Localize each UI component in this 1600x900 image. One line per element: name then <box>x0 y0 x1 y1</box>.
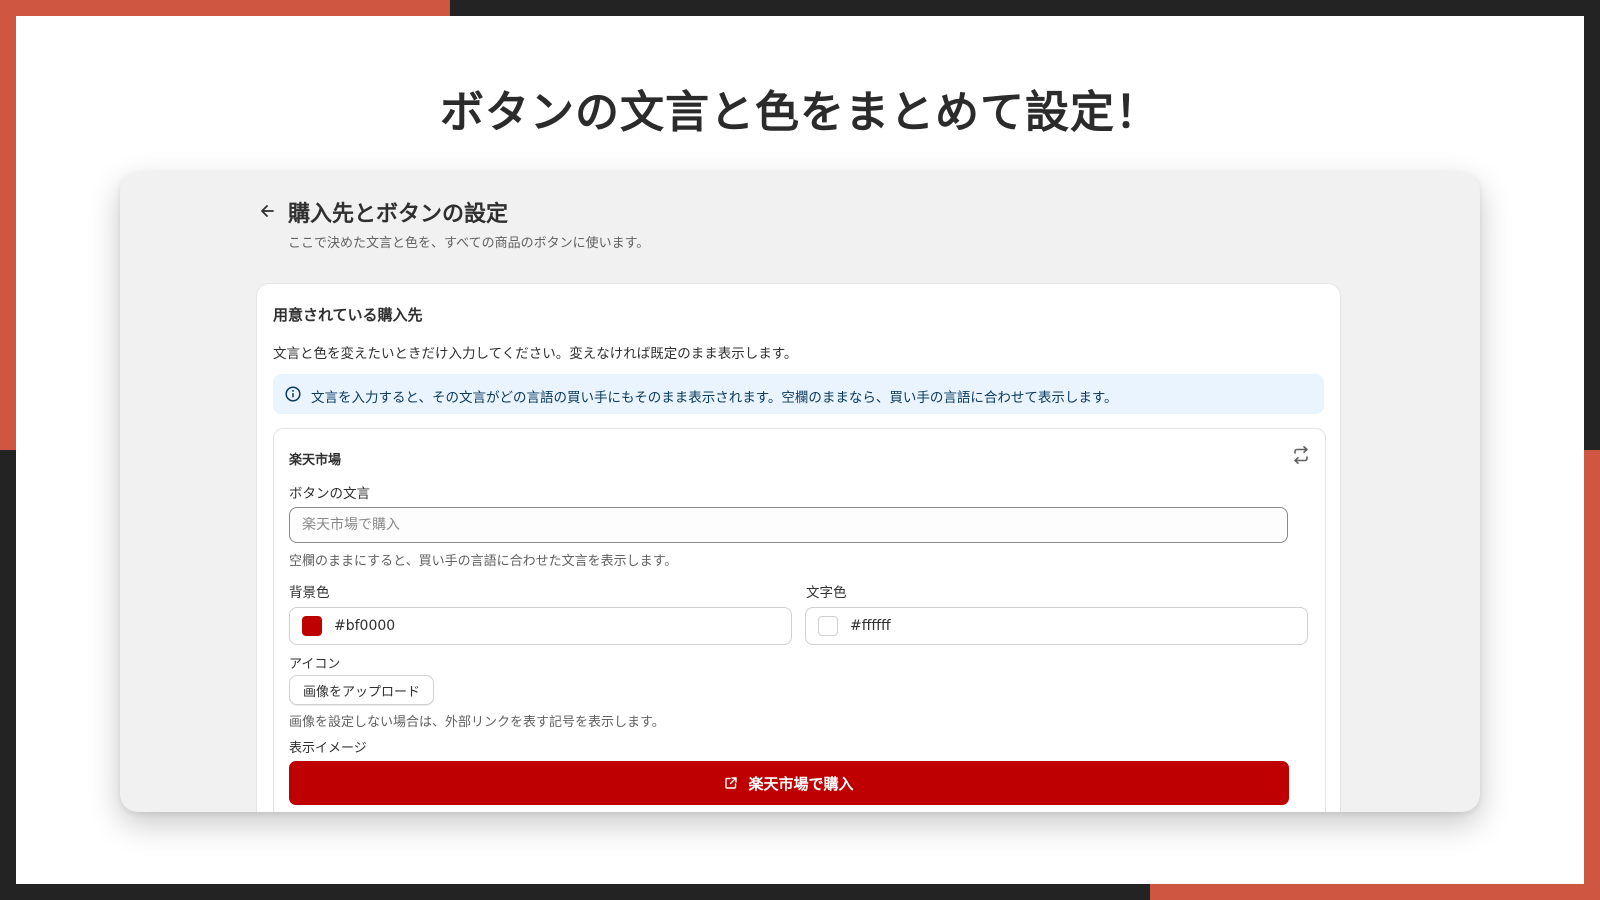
slide-title: ボタンの文言と色をまとめて設定！ <box>440 87 1160 138</box>
card-description: 文言と色を変えたいときだけ入力してください。変えなければ既定のまま表示します。 <box>273 346 798 362</box>
slide: ボタンの文言と色をまとめて設定！ 購入先とボタンの設定 ここで決めた文言と色を、… <box>16 16 1584 884</box>
preview-buy-button[interactable]: 楽天市場で購入 <box>289 761 1289 805</box>
page-subtitle: ここで決めた文言と色を、すべての商品のボタンに使います。 <box>288 236 650 251</box>
info-icon <box>285 386 301 402</box>
store-name: 楽天市場 <box>289 453 342 468</box>
reset-icon[interactable] <box>1291 445 1311 465</box>
store-card-rakuten: 楽天市場 ボタンの文言 空欄のままにすると、買い手の言語に合わせた文言を表示しま… <box>273 428 1326 812</box>
app-window: 購入先とボタンの設定 ここで決めた文言と色を、すべての商品のボタンに使います。 … <box>120 172 1480 812</box>
button-text-input[interactable] <box>289 507 1288 543</box>
bg-color-swatch[interactable] <box>302 616 322 636</box>
icon-help: 画像を設定しない場合は、外部リンクを表す記号を表示します。 <box>289 715 665 730</box>
text-color-value: #ffffff <box>850 618 891 634</box>
button-text-label: ボタンの文言 <box>289 486 370 502</box>
bg-color-value: #bf0000 <box>334 618 396 634</box>
info-banner: 文言を入力すると、その文言がどの言語の買い手にもそのまま表示されます。空欄のまま… <box>273 374 1324 414</box>
preview-label: 表示イメージ <box>289 741 367 756</box>
icon-label: アイコン <box>289 657 341 672</box>
external-link-icon <box>725 777 738 789</box>
back-arrow-icon[interactable] <box>258 202 276 220</box>
page-title: 購入先とボタンの設定 <box>288 202 509 227</box>
upload-image-button[interactable]: 画像をアップロード <box>289 675 435 705</box>
text-color-field[interactable]: #ffffff <box>805 607 1308 645</box>
info-banner-text: 文言を入力すると、その文言がどの言語の買い手にもそのまま表示されます。空欄のまま… <box>311 390 1118 406</box>
button-text-help: 空欄のままにすると、買い手の言語に合わせた文言を表示します。 <box>289 554 678 569</box>
bg-color-label: 背景色 <box>289 585 330 601</box>
text-color-swatch[interactable] <box>818 616 838 636</box>
text-color-label: 文字色 <box>806 585 847 601</box>
bg-color-field[interactable]: #bf0000 <box>289 607 792 645</box>
preview-button-label: 楽天市場で購入 <box>748 774 854 793</box>
stores-card: 用意されている購入先 文言と色を変えたいときだけ入力してください。変えなければ既… <box>257 284 1340 812</box>
card-title: 用意されている購入先 <box>273 306 423 324</box>
